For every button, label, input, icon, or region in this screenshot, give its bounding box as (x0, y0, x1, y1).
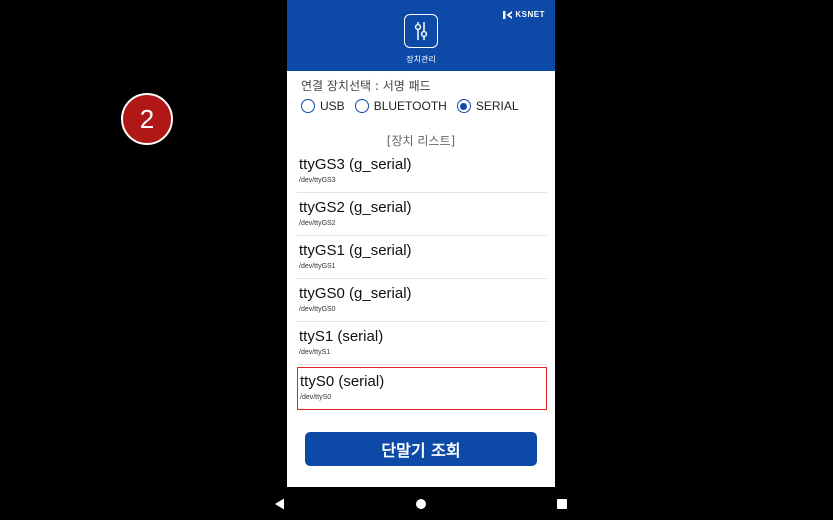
settings-sliders-icon (414, 22, 428, 40)
recents-square-icon (557, 499, 567, 509)
radio-usb[interactable]: USB (301, 99, 345, 113)
device-list-title: [장치 리스트] (386, 134, 456, 148)
app-header: KSNET 장치관리 (287, 0, 555, 71)
radio-unchecked-icon (354, 99, 369, 113)
android-navigation-bar (0, 487, 833, 520)
ksnet-logo-icon (503, 10, 513, 19)
device-path: /dev/ttyS1 (299, 349, 331, 356)
recents-button[interactable] (552, 494, 572, 514)
device-name: ttyGS1 (g_serial) (299, 242, 412, 259)
device-path: /dev/ttyGS0 (299, 306, 336, 313)
device-path: /dev/ttyGS3 (299, 177, 336, 184)
home-button[interactable] (411, 494, 431, 514)
device-path: /dev/ttyGS1 (299, 263, 336, 270)
radio-usb-label: USB (320, 99, 345, 113)
back-button[interactable] (269, 494, 289, 514)
device-management-button[interactable] (404, 14, 438, 48)
device-name: ttyGS3 (g_serial) (299, 156, 412, 173)
back-triangle-icon (275, 498, 284, 510)
radio-unchecked-icon (301, 99, 315, 113)
device-list-item[interactable]: ttyGS0 (g_serial) /dev/ttyGS0 (297, 279, 547, 322)
device-name: ttyGS0 (g_serial) (299, 285, 412, 302)
connection-type-radio-group: USB BLUETOOTH SERIAL (301, 96, 519, 116)
radio-bluetooth[interactable]: BLUETOOTH (354, 99, 447, 113)
device-list-item[interactable]: ttyGS2 (g_serial) /dev/ttyGS2 (297, 193, 547, 236)
device-list-item-selected[interactable]: ttyS0 (serial) /dev/ttyS0 (297, 367, 547, 410)
step-number-badge: 2 (121, 93, 173, 145)
brand-logo: KSNET (503, 10, 545, 19)
screen: 2 KSNET 장치관리 연결 장치선택 : 서명 패드 USB BLUETOO… (0, 0, 833, 520)
device-name: ttyS1 (serial) (299, 328, 384, 345)
device-name: ttyGS2 (g_serial) (299, 199, 412, 216)
device-list-item[interactable]: ttyGS3 (g_serial) /dev/ttyGS3 (297, 150, 547, 193)
device-name: ttyS0 (serial) (300, 373, 385, 390)
radio-bluetooth-label: BLUETOOTH (373, 99, 447, 113)
radio-checked-icon (456, 99, 471, 113)
device-path: /dev/ttyGS2 (299, 220, 336, 227)
device-list-item[interactable]: ttyS1 (serial) /dev/ttyS1 (297, 322, 547, 365)
connection-select-label: 연결 장치선택 : 서명 패드 (301, 79, 431, 93)
radio-serial-label: SERIAL (475, 99, 519, 113)
device-list-item[interactable]: ttyGS1 (g_serial) /dev/ttyGS1 (297, 236, 547, 279)
home-circle-icon (416, 499, 426, 509)
device-path: /dev/ttyS0 (300, 394, 332, 401)
device-management-label: 장치관리 (406, 55, 436, 64)
device-list: ttyGS3 (g_serial) /dev/ttyGS3 ttyGS2 (g_… (297, 150, 547, 410)
phone-screen: KSNET 장치관리 연결 장치선택 : 서명 패드 USB BLUETOOTH… (287, 0, 555, 487)
terminal-query-button[interactable]: 단말기 조회 (305, 432, 537, 466)
brand-name: KSNET (515, 10, 545, 19)
radio-serial[interactable]: SERIAL (456, 99, 519, 113)
